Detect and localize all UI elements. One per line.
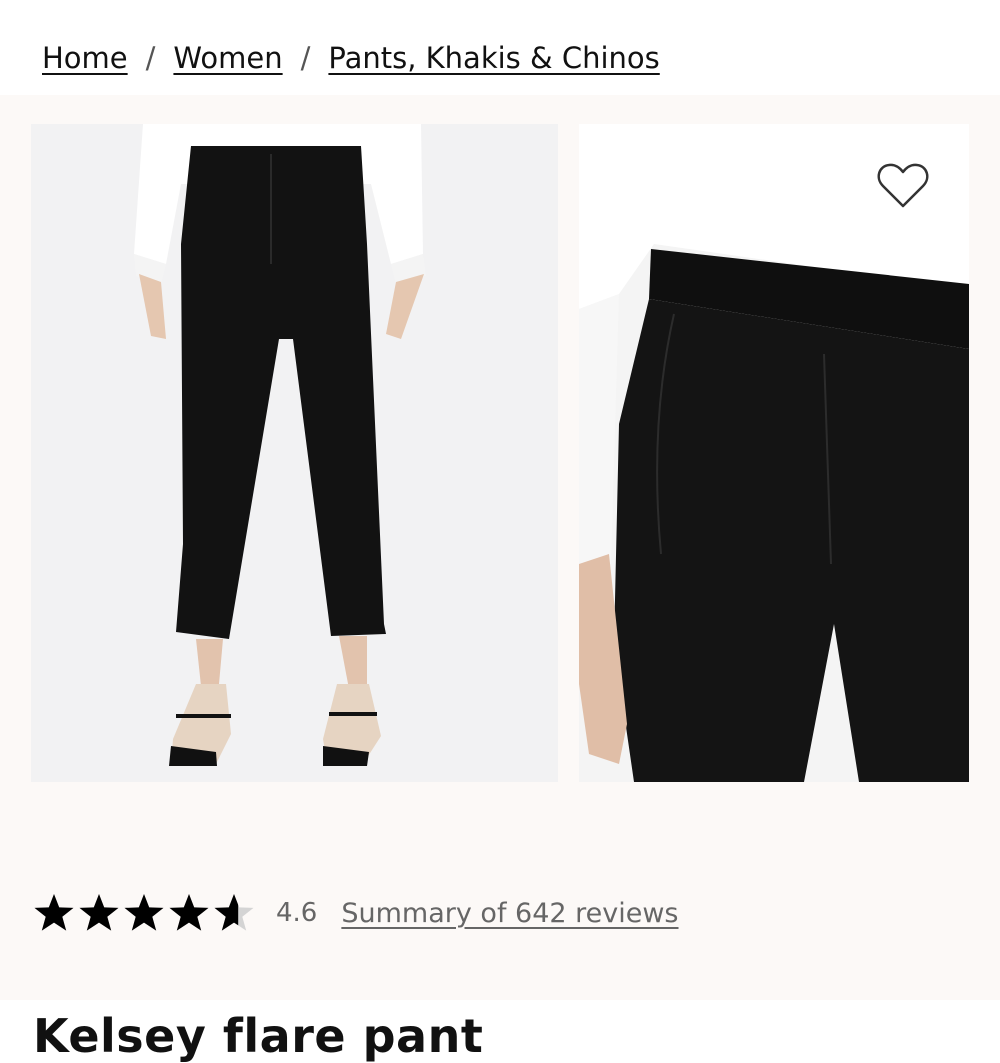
breadcrumb-separator: / [145,41,156,75]
star-rating [33,892,258,934]
star-icon [124,894,164,931]
breadcrumb-women-link[interactable]: Women [173,41,282,75]
breadcrumb: Home / Women / Pants, Khakis & Chinos [42,38,660,78]
reviews-summary-link[interactable]: Summary of 642 reviews [341,898,678,929]
star-icon [79,894,119,931]
rating-value: 4.6 [276,898,318,928]
wishlist-heart-button[interactable] [875,160,931,212]
star-icon [34,894,74,931]
breadcrumb-home-link[interactable]: Home [42,41,128,75]
product-title: Kelsey flare pant [33,1008,484,1063]
breadcrumb-separator: / [300,41,311,75]
heart-icon [877,163,929,208]
product-panel [0,95,1000,1000]
product-image-waistband-closeup[interactable] [579,124,969,782]
rating-row: 4.6 Summary of 642 reviews [33,885,679,941]
star-icon [169,894,209,931]
star-icon [214,894,254,931]
product-image-full-length[interactable] [31,124,558,782]
breadcrumb-pants-link[interactable]: Pants, Khakis & Chinos [328,41,659,75]
